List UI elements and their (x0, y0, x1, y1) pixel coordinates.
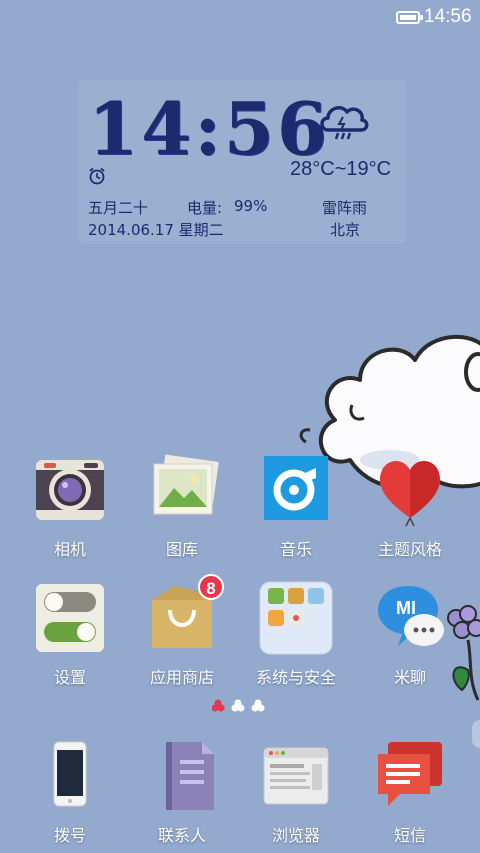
phone-icon (32, 738, 108, 814)
app-label: 联系人 (157, 826, 206, 845)
app-store[interactable]: 8 应用商店 (132, 574, 232, 688)
theme-icon (372, 452, 448, 528)
app-label: 音乐 (279, 540, 312, 559)
dock-browser[interactable]: 浏览器 (246, 738, 346, 846)
gallery-icon (144, 452, 220, 528)
app-label: 设置 (53, 668, 86, 687)
thunderstorm-cloud-icon (320, 106, 369, 140)
dock-contacts[interactable]: 联系人 (132, 738, 232, 846)
app-settings[interactable]: 设置 (20, 580, 120, 688)
app-label: 应用商店 (149, 668, 214, 687)
app-label: 拨号 (53, 826, 86, 845)
page-indicator[interactable] (212, 698, 272, 714)
app-gallery[interactable]: 图库 (132, 452, 232, 560)
app-label: 短信 (393, 826, 426, 845)
app-miliao[interactable]: MI 米聊 (360, 580, 460, 688)
alarm-clock-icon (89, 167, 105, 185)
weather-condition: 雷阵雨 (322, 199, 368, 217)
lunar-date: 五月二十 (88, 199, 149, 217)
contacts-icon (144, 738, 220, 814)
app-label: 图库 (165, 540, 198, 559)
app-theme[interactable]: 主题风格 (360, 452, 460, 560)
app-label: 浏览器 (271, 826, 320, 845)
settings-icon (32, 580, 108, 656)
app-music[interactable]: 音乐 (246, 452, 346, 560)
app-label: 主题风格 (377, 540, 442, 559)
music-icon (258, 452, 334, 528)
app-store-icon: 8 (144, 574, 224, 656)
browser-icon (258, 738, 334, 814)
app-label: 相机 (53, 540, 86, 559)
app-camera[interactable]: 相机 (20, 452, 120, 560)
page-dot-active (212, 699, 225, 712)
notification-badge: 8 (198, 574, 224, 600)
battery-value: 99% (234, 197, 268, 215)
miliao-icon: MI (372, 580, 448, 656)
widget-date: 2014.06.17 星期二 (88, 221, 224, 239)
battery-label: 电量: (187, 199, 223, 217)
weather-city: 北京 (330, 221, 361, 239)
status-time: 14:56 (424, 6, 472, 27)
temperature-range: 28°C~19°C (290, 158, 392, 180)
camera-icon (32, 452, 108, 528)
system-security-folder-icon (258, 580, 334, 656)
svg-text:MI: MI (396, 598, 416, 618)
dock-phone[interactable]: 拨号 (20, 738, 120, 846)
status-bar: 14:56 (0, 0, 480, 36)
dock-messages[interactable]: 短信 (360, 738, 460, 846)
edge-handle[interactable] (472, 720, 480, 748)
app-label: 米聊 (393, 668, 426, 687)
battery-icon (396, 11, 423, 24)
app-label: 系统与安全 (255, 668, 336, 687)
messages-icon (372, 738, 448, 814)
folder-system-security[interactable]: 系统与安全 (246, 580, 346, 688)
